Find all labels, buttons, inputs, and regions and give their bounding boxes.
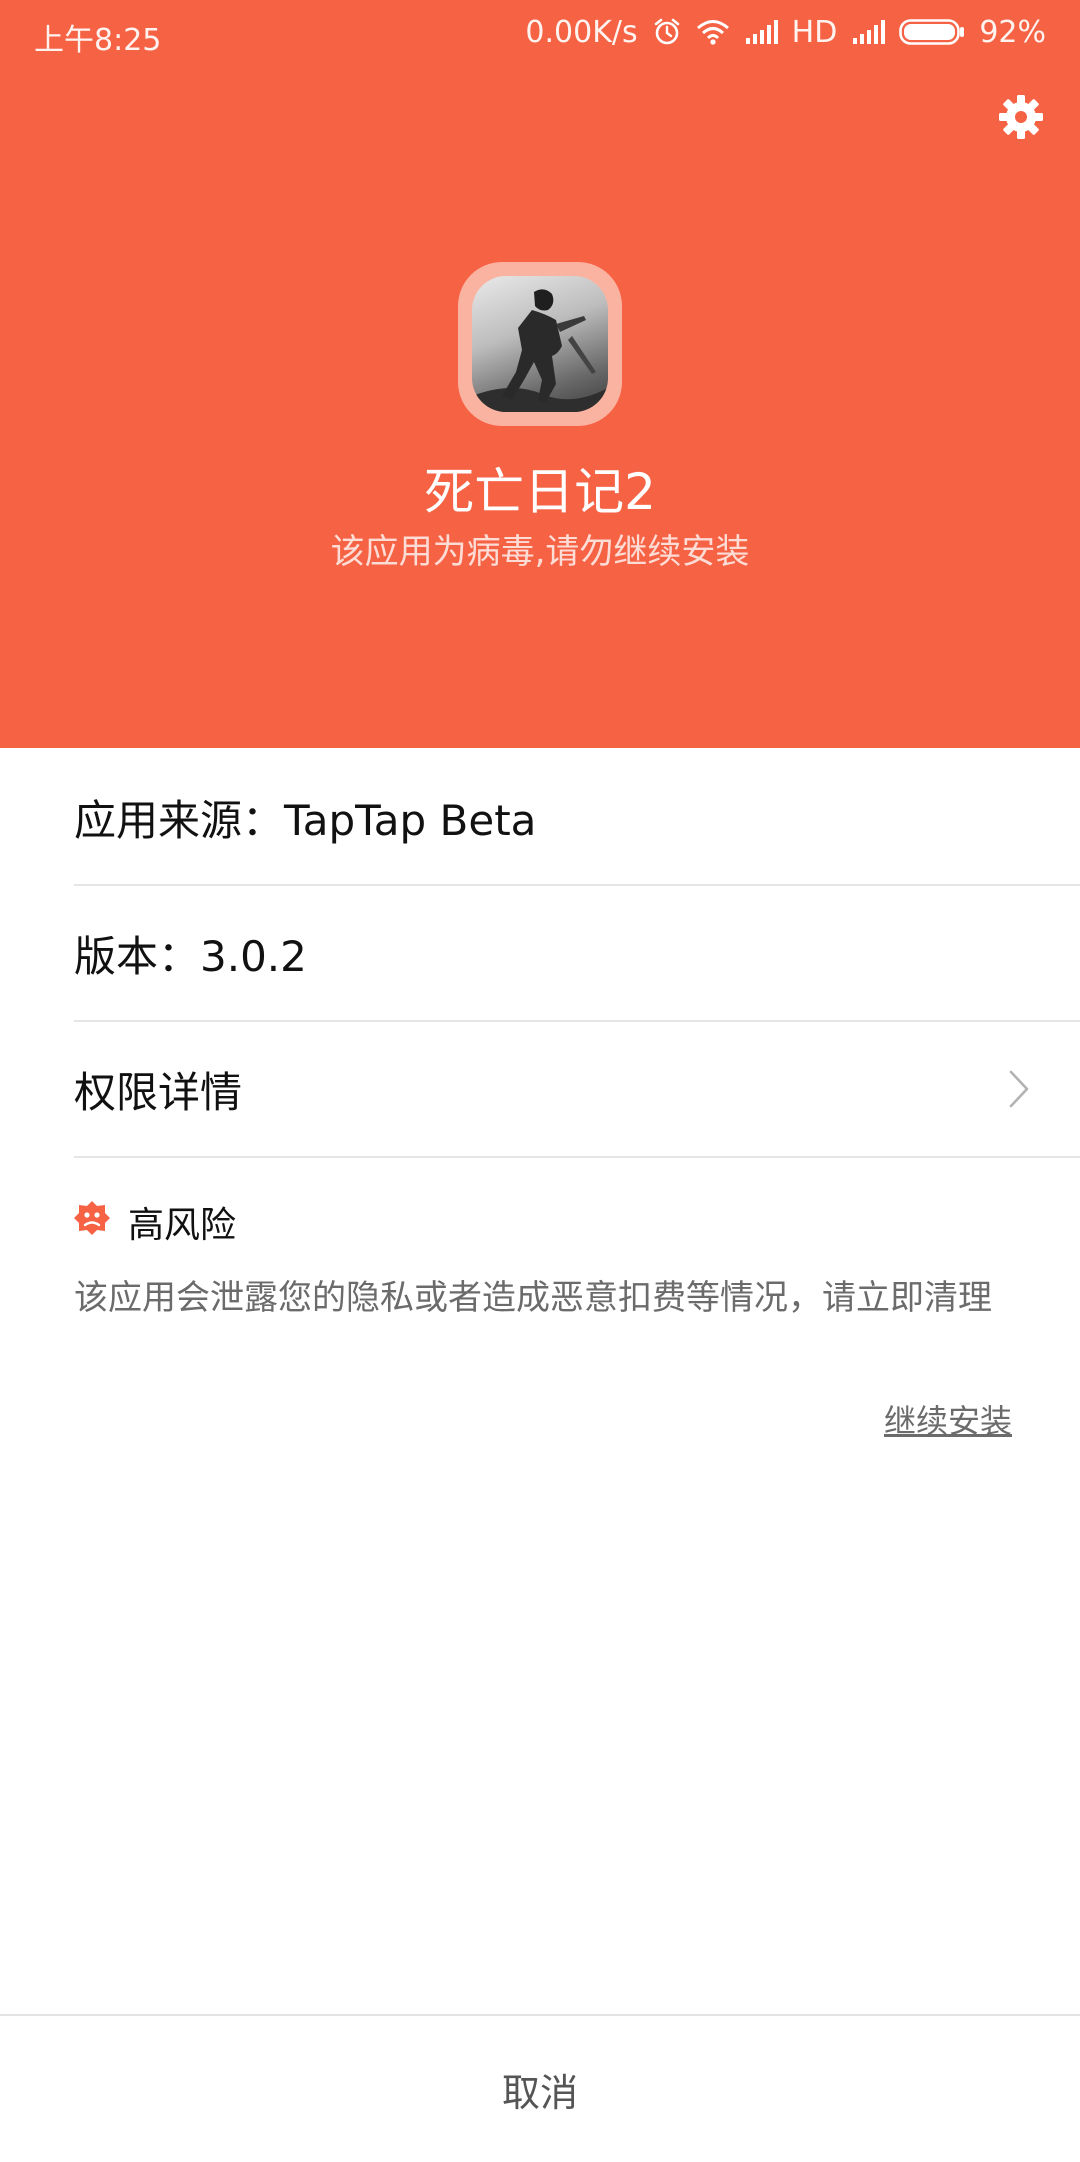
header: 上午8:25 0.00K/s HD 92% 死亡日记2 该应用为病毒,请勿继续安… xyxy=(0,0,1080,748)
app-icon xyxy=(472,276,608,412)
app-source-text: 应用来源：TapTap Beta xyxy=(74,795,537,845)
status-right: 0.00K/s HD 92% xyxy=(525,12,1046,52)
continue-install-link[interactable]: 继续安装 xyxy=(884,1396,1012,1442)
status-time: 上午8:25 xyxy=(34,23,162,58)
virus-warning-subtitle: 该应用为病毒,请勿继续安装 xyxy=(330,532,750,572)
version-row: 版本：3.0.2 xyxy=(74,886,1080,1022)
settings-gear-icon[interactable] xyxy=(996,92,1046,142)
hd-label: HD xyxy=(791,14,838,50)
app-source-row: 应用来源：TapTap Beta xyxy=(74,750,1080,886)
battery-percent: 92% xyxy=(979,14,1046,50)
chevron-right-icon xyxy=(1008,1069,1030,1109)
risk-header: 高风险 xyxy=(74,1198,236,1246)
signal-icon xyxy=(851,20,886,44)
net-speed: 0.00K/s xyxy=(525,14,638,50)
permissions-row[interactable]: 权限详情 xyxy=(74,1022,1080,1158)
app-name: 死亡日记2 xyxy=(424,463,656,521)
version-text: 版本：3.0.2 xyxy=(74,931,307,981)
cancel-label: 取消 xyxy=(501,2070,578,2115)
status-bar: 上午8:25 0.00K/s HD 92% xyxy=(0,0,1080,66)
signal-icon xyxy=(744,20,778,44)
cancel-button[interactable]: 取消 xyxy=(0,2014,1080,2162)
risk-title: 高风险 xyxy=(128,1205,237,1246)
app-icon-frame xyxy=(458,262,622,426)
alarm-icon xyxy=(652,17,682,47)
risk-icon xyxy=(74,1200,110,1245)
wifi-icon xyxy=(696,18,730,46)
battery-icon xyxy=(899,19,965,45)
risk-description: 该应用会泄露您的隐私或者造成恶意扣费等情况，请立即清理 xyxy=(74,1278,992,1318)
permissions-label: 权限详情 xyxy=(74,1067,243,1117)
